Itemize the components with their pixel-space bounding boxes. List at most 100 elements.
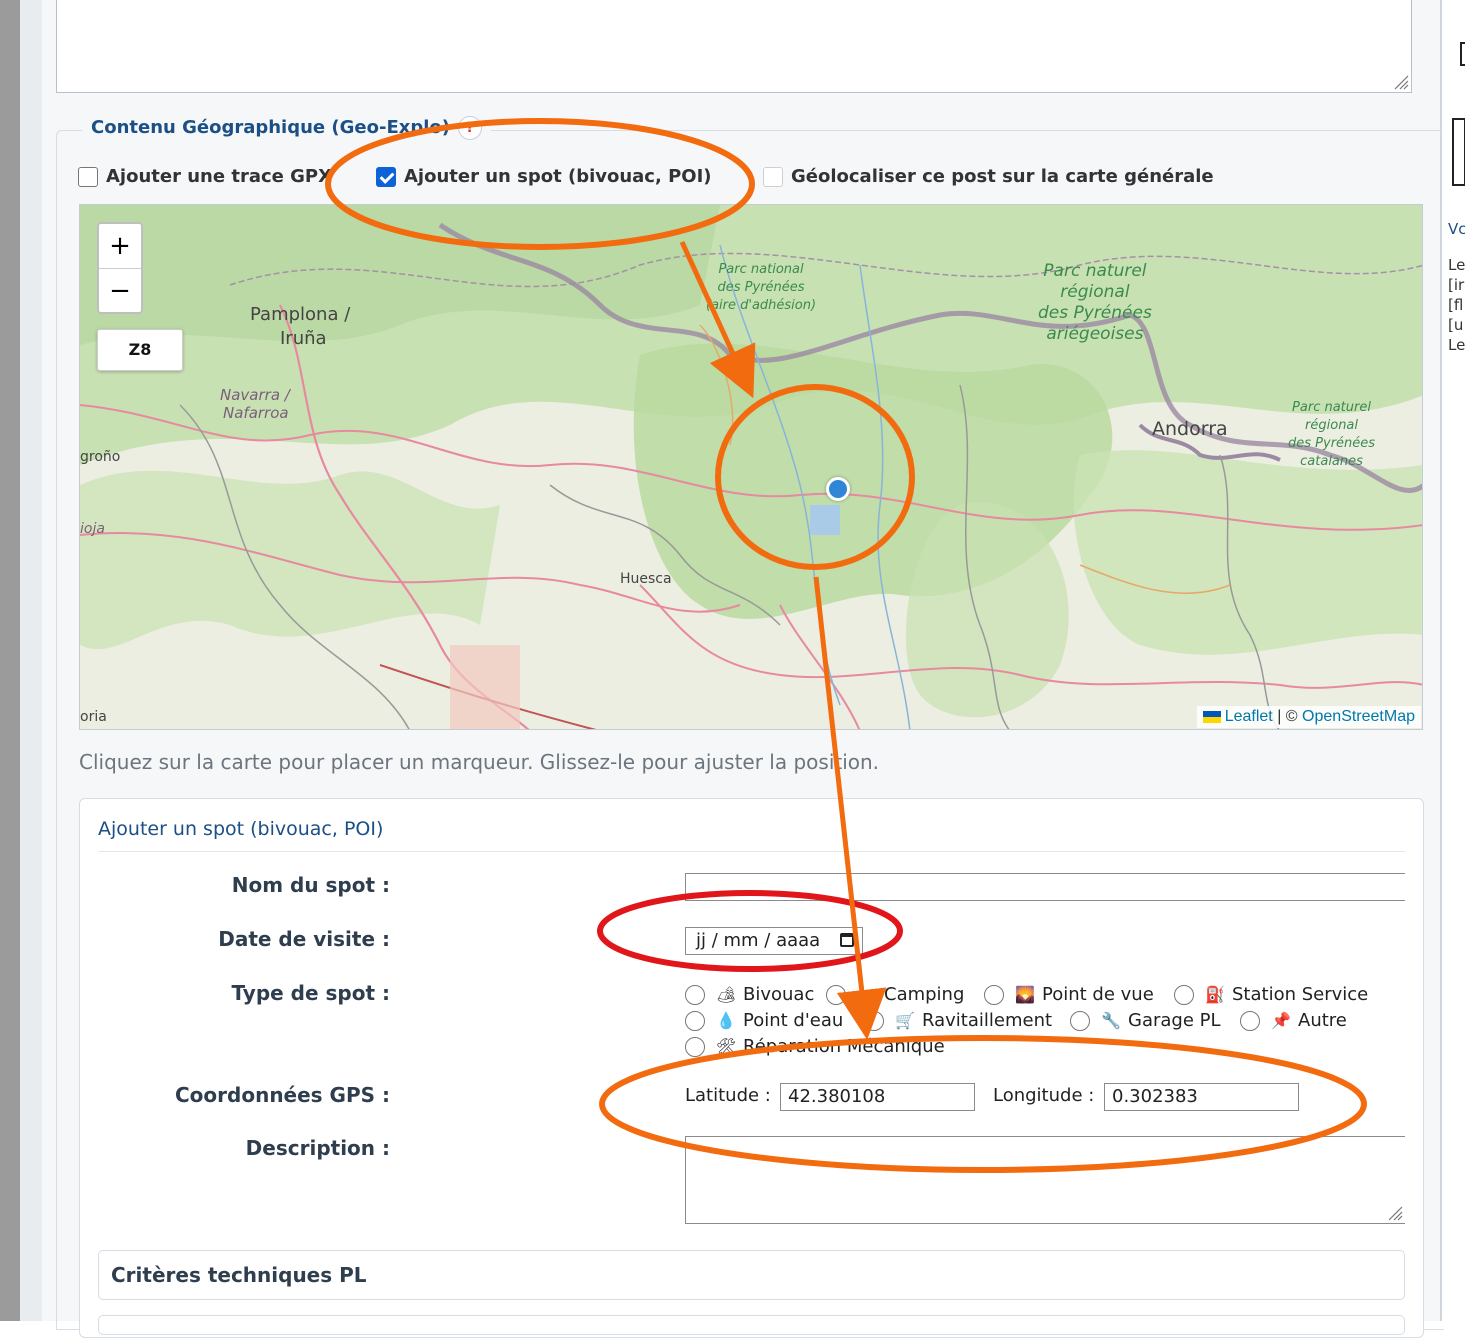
spot-checkbox[interactable]: [376, 166, 396, 187]
map-label-parc-national: Parc national des Pyrénées (aire d'adhés…: [706, 262, 817, 313]
geolocate-label: Géolocaliser ce post sur la carte généra…: [791, 166, 1214, 187]
page-margin: [20, 0, 42, 1321]
spot-form-title: Ajouter un spot (bivouac, POI): [98, 818, 384, 840]
sidebar-box: [1452, 118, 1465, 186]
option-spot[interactable]: Ajouter un spot (bivouac, POI): [376, 166, 712, 187]
fuel-pump-icon: ⛽: [1205, 985, 1225, 1004]
map-label-parc-catalanes: Parc naturel régional des Pyrénées catal…: [1288, 400, 1376, 469]
date-placeholder: jj / mm / aaaa: [696, 930, 821, 951]
zoom-in-button[interactable]: +: [99, 224, 141, 269]
attribution-separator: | ©: [1277, 708, 1298, 725]
zoom-level-indicator: Z8: [97, 329, 183, 371]
garage-pl-radio[interactable]: [1070, 1010, 1090, 1031]
geo-section-legend: Contenu Géographique (Geo-Explo)?: [82, 114, 491, 142]
visit-date-label: Date de visite :: [218, 927, 390, 951]
water-drop-icon: 💧: [716, 1011, 736, 1030]
criteria-accordion[interactable]: Critères techniques PL: [98, 1250, 1405, 1300]
map-attribution: Leaflet | © OpenStreetMap: [1196, 706, 1421, 728]
wrench-icon: 🔧: [1101, 1011, 1121, 1030]
zoom-control: + −: [97, 222, 143, 314]
geolocate-checkbox[interactable]: [763, 166, 783, 187]
option-geolocate[interactable]: Géolocaliser ce post sur la carte généra…: [763, 166, 1214, 187]
map-label-soria: oria: [80, 709, 107, 725]
viewpoint-icon: 🌄: [1015, 985, 1035, 1004]
spot-type-label: Type de spot :: [231, 981, 390, 1005]
camping-radio[interactable]: [826, 984, 846, 1005]
autre-label: Autre: [1298, 1010, 1347, 1031]
pushpin-icon: 📌: [1271, 1011, 1291, 1030]
latitude-input[interactable]: 42.380108: [780, 1083, 975, 1111]
osm-link[interactable]: OpenStreetMap: [1302, 708, 1415, 725]
visit-date-input[interactable]: jj / mm / aaaa: [685, 927, 863, 955]
type-option-point-eau[interactable]: 💧 Point d'eau: [685, 1010, 843, 1031]
bivouac-icon: 🏕: [715, 985, 737, 1004]
garage-pl-label: Garage PL: [1128, 1010, 1221, 1031]
window-edge: [0, 0, 20, 1321]
map-label-parc-ariege: Parc naturel régional des Pyrénées ariég…: [1038, 261, 1152, 344]
spot-name-input[interactable]: [685, 873, 1405, 901]
spot-marker[interactable]: [826, 477, 850, 501]
help-icon[interactable]: ?: [458, 116, 482, 140]
type-option-garage-pl[interactable]: 🔧 Garage PL: [1070, 1010, 1221, 1031]
map-hint: Cliquez sur la carte pour placer un marq…: [79, 750, 880, 774]
type-option-point-de-vue[interactable]: 🌄 Point de vue: [984, 984, 1154, 1005]
map-label-nafarroa: Nafarroa: [223, 404, 289, 422]
map-label-pamplona: Pamplona /: [250, 304, 351, 325]
shopping-cart-icon: 🛒: [895, 1011, 915, 1030]
reparation-radio[interactable]: [685, 1036, 705, 1057]
ravitaillement-label: Ravitaillement: [922, 1010, 1053, 1031]
point-eau-radio[interactable]: [685, 1010, 705, 1031]
point-eau-label: Point d'eau: [743, 1010, 844, 1031]
bivouac-label: Bivouac: [743, 984, 815, 1005]
autre-radio[interactable]: [1240, 1010, 1260, 1031]
sidebar-line-1[interactable]: Vc: [1448, 220, 1465, 238]
resize-grip-icon[interactable]: [1385, 1203, 1403, 1221]
map-label-andorra: Andorra: [1152, 418, 1228, 440]
description-textarea[interactable]: [685, 1136, 1405, 1224]
type-option-station-service[interactable]: ⛽ Station Service: [1174, 984, 1368, 1005]
ravitaillement-radio[interactable]: [864, 1010, 884, 1031]
type-option-ravitaillement[interactable]: 🛒 Ravitaillement: [864, 1010, 1052, 1031]
type-option-reparation[interactable]: 🛠 Réparation Mécanique: [685, 1036, 945, 1057]
resize-grip-icon[interactable]: [1391, 72, 1409, 90]
divider: [98, 851, 1405, 852]
calendar-icon[interactable]: [840, 933, 854, 947]
gpx-label: Ajouter une trace GPX: [106, 166, 332, 187]
leaflet-link[interactable]: Leaflet: [1225, 708, 1273, 725]
type-option-camping[interactable]: ⛺ Camping: [826, 984, 964, 1005]
sidebar-line-5: [u: [1448, 316, 1464, 334]
type-option-autre[interactable]: 📌 Autre: [1240, 1010, 1347, 1031]
map[interactable]: Pamplona / Iruña Navarra / Nafarroa groñ…: [79, 204, 1423, 730]
station-service-radio[interactable]: [1174, 984, 1194, 1005]
description-label: Description :: [245, 1136, 390, 1160]
sidebar-line-2: Le: [1448, 256, 1465, 274]
camping-label: Camping: [884, 984, 965, 1005]
right-sidebar: Vc Le [ir [fl [u Le: [1442, 0, 1465, 1321]
camping-icon: ⛺: [857, 985, 877, 1004]
tools-icon: 🛠: [715, 1037, 737, 1056]
gpx-checkbox[interactable]: [78, 166, 98, 187]
bivouac-radio[interactable]: [685, 984, 705, 1005]
point-de-vue-label: Point de vue: [1042, 984, 1154, 1005]
sidebar-checkbox[interactable]: [1460, 42, 1465, 66]
point-de-vue-radio[interactable]: [984, 984, 1004, 1005]
option-gpx[interactable]: Ajouter une trace GPX: [78, 166, 332, 187]
reparation-label: Réparation Mécanique: [743, 1036, 945, 1057]
latitude-label: Latitude :: [685, 1085, 771, 1106]
zoom-out-button[interactable]: −: [99, 269, 141, 313]
sidebar-line-4: [fl: [1448, 296, 1464, 314]
map-label-logrono: groño: [80, 449, 121, 465]
ukraine-flag-icon: [1202, 710, 1221, 723]
spot-label: Ajouter un spot (bivouac, POI): [404, 166, 712, 187]
gps-label: Coordonnées GPS :: [175, 1083, 390, 1107]
criteria-title: Critères techniques PL: [111, 1263, 367, 1287]
post-body-textarea[interactable]: [56, 0, 1412, 93]
next-accordion[interactable]: [98, 1315, 1405, 1335]
geo-section-title: Contenu Géographique (Geo-Explo): [91, 117, 450, 138]
map-label-iruna: Iruña: [280, 328, 327, 349]
map-label-huesca: Huesca: [620, 571, 672, 587]
spot-name-label: Nom du spot :: [231, 873, 390, 897]
type-option-bivouac[interactable]: 🏕 Bivouac: [685, 984, 814, 1005]
station-service-label: Station Service: [1232, 984, 1369, 1005]
longitude-input[interactable]: 0.302383: [1104, 1083, 1299, 1111]
